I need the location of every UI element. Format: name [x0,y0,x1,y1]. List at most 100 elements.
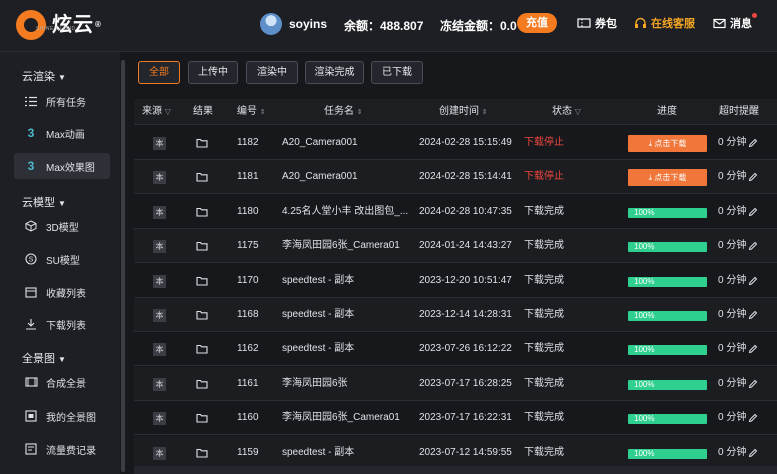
sort-icon: ⇕ [481,109,488,116]
download-icon: ⤓ [648,139,653,148]
task-id: 1162 [237,343,259,355]
source-badge: 本 [153,137,166,150]
col-source[interactable]: 来源 ▽ [142,99,171,125]
folder-icon[interactable] [196,207,208,220]
group-cloud-model[interactable]: 云模型 ▼ [22,194,66,210]
sidebar-item-compose-panorama[interactable]: 合成全景 [14,369,110,395]
timeout-value: 0 分钟 [718,309,747,320]
table-row[interactable]: 本 1161 李海凤田园6张 2023-07-17 16:28:25 下载完成 100% 0… [134,366,777,401]
status-text: 下载停止 [524,171,564,183]
coupon-link[interactable]: 券包 [577,15,617,31]
folder-icon[interactable] [196,448,208,461]
folder-icon[interactable] [196,138,208,151]
edit-icon[interactable] [748,241,758,254]
table-row[interactable]: 本 1170 speedtest - 副本 2023-12-20 10:51:47 下载… [134,264,777,298]
table-row[interactable]: 本 1168 speedtest - 副本 2023-12-14 14:28:31 下载… [134,298,777,332]
col-timeout: 超时提醒 [719,106,759,117]
sidebar-item-favorites[interactable]: 收藏列表 [14,279,110,305]
task-name[interactable]: A20_Camera001 [282,126,408,160]
group-panorama[interactable]: 全景图 ▼ [22,350,66,366]
folder-icon[interactable] [196,344,208,357]
progress-bar: 100% [628,379,707,390]
sidebar-item-traffic-records[interactable]: 流量费记录 [14,436,110,462]
task-name[interactable]: 李海凤田园6张_Camera01 [282,401,408,435]
folder-icon[interactable] [196,413,208,426]
folder-icon[interactable] [196,276,208,289]
edit-icon[interactable] [748,448,758,461]
task-name[interactable]: speedtest - 副本 [282,332,408,366]
avatar[interactable] [260,13,282,35]
timeout-value: 0 分钟 [718,205,747,217]
group-cloud-render[interactable]: 云渲染 ▼ [22,68,66,84]
notification-dot [752,13,757,18]
task-name[interactable]: A20_Camera001 [282,160,408,194]
status-text: 下载完成 [524,240,564,252]
col-id[interactable]: 编号 ⇕ [237,99,266,125]
timeout-value: 0 分钟 [718,274,747,286]
balance-text: 余额：488.807 [344,19,424,33]
status-text: 下载停止 [524,137,564,148]
folder-icon[interactable] [196,241,208,254]
logo-mark-icon [16,10,46,40]
sidebar-item-downloads[interactable]: 下载列表 [14,311,110,337]
edit-icon[interactable] [748,138,758,151]
timeout-value: 0 分钟 [718,377,747,389]
folder-icon[interactable] [196,310,208,323]
sidebar-item-my-panoramas[interactable]: 我的全景图 [14,403,110,429]
table-row[interactable]: 本 1162 speedtest - 副本 2023-07-26 16:12:22 下载… [134,332,777,367]
tab-uploading[interactable]: 上传中 [188,61,238,84]
download-button[interactable]: ⤓ 点击下载 [628,135,707,152]
col-created-time[interactable]: 创建时间 ⇕ [439,99,488,125]
task-name[interactable]: 李海凤田园6张 [282,367,408,401]
sidebar-item-label: SU模型 [46,255,80,267]
sidebar-item-all-tasks[interactable]: 所有任务 [14,88,110,114]
col-status[interactable]: 状态 ▽ [552,99,581,125]
coupon-icon [577,18,591,28]
col-task-name[interactable]: 任务名 ⇕ [324,99,363,125]
filter-icon: ▽ [574,107,581,116]
folder-icon[interactable] [196,379,208,392]
tab-rendering[interactable]: 渲染中 [246,61,298,84]
task-name[interactable]: 李海凤田园6张_Camera01 [282,229,408,263]
progress-bar: 100% [628,276,707,287]
logo[interactable]: 炫云® [16,10,102,40]
sidebar-scrollbar[interactable] [121,60,125,472]
table-row[interactable]: 本 1181 A20_Camera001 2024-02-28 15:14:41 下载停… [134,160,777,195]
table-row[interactable]: 本 1182 A20_Camera001 2024-02-28 15:15:49 下载停… [134,126,777,160]
sidebar-item-max-animation[interactable]: 3 Max动画 [14,120,110,146]
tab-all[interactable]: 全部 [138,61,180,84]
sidebar-item-3d-model[interactable]: 3D模型 [14,213,110,239]
download-icon [24,317,38,331]
tab-render-complete[interactable]: 渲染完成 [305,61,364,84]
task-name[interactable]: 4.25名人堂小丰 改出图包_... [282,195,408,229]
folder-icon[interactable] [196,172,208,185]
sidebar-item-max-render[interactable]: 3 Max效果图 [14,153,110,179]
cube-icon [24,219,38,233]
table-row[interactable]: 本 1159 speedtest - 副本 2023-07-12 14:59:55 下载… [134,435,777,470]
table-row[interactable]: 本 1175 李海凤田园6张_Camera01 2024-01-24 14:43:27… [134,229,777,264]
edit-icon[interactable] [748,413,758,426]
task-name[interactable]: speedtest - 副本 [282,436,408,470]
edit-icon[interactable] [748,310,758,323]
status-text: 下载完成 [524,205,564,217]
brand-reg: ® [95,20,102,29]
edit-icon[interactable] [748,379,758,392]
edit-icon[interactable] [748,344,758,357]
table-row[interactable]: 本 1180 4.25名人堂小丰 改出图包_... 2024-02-28 10:47:… [134,195,777,229]
download-button[interactable]: ⤓ 点击下载 [628,169,707,187]
support-link[interactable]: 在线客服 [634,15,695,31]
edit-icon[interactable] [748,207,758,220]
tab-downloaded[interactable]: 已下载 [371,61,423,84]
edit-icon[interactable] [748,172,758,185]
messages-link[interactable]: 消息 [713,15,752,31]
table-row[interactable]: 本 1160 李海凤田园6张_Camera01 2023-07-17 16:22:31… [134,401,777,436]
frozen-amount-text: 冻结金额：0.0 [440,19,517,33]
edit-icon[interactable] [748,276,758,289]
horizontal-scrollbar[interactable] [134,466,777,474]
task-name[interactable]: speedtest - 副本 [282,264,408,298]
username[interactable]: soyins [289,17,327,31]
sidebar-item-su-model[interactable]: S SU模型 [14,246,110,272]
task-name[interactable]: speedtest - 副本 [282,298,408,332]
recharge-button[interactable]: 充值 [517,13,557,33]
task-id: 1159 [237,446,259,458]
